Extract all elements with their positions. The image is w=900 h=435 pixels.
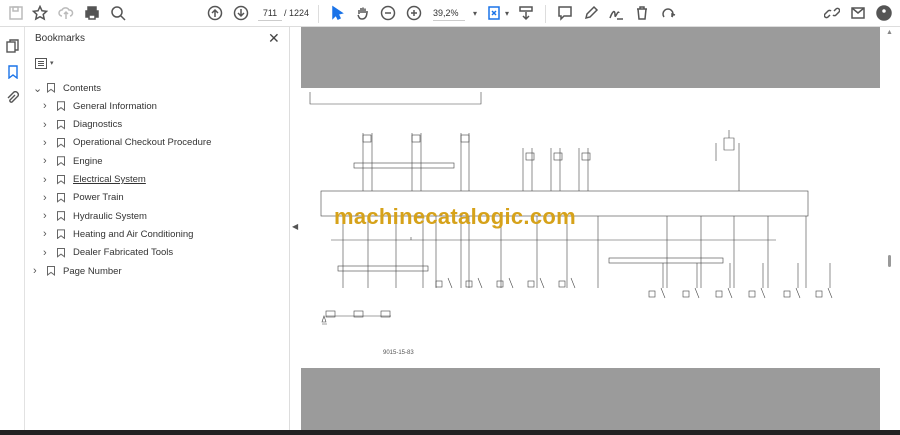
zoom-input[interactable] bbox=[433, 6, 465, 21]
chevron-right-icon[interactable]: › bbox=[43, 247, 53, 259]
page-thumbnails-icon[interactable] bbox=[4, 37, 21, 54]
chevron-down-icon[interactable]: ⌄ bbox=[33, 82, 43, 95]
bookmark-label: Heating and Air Conditioning bbox=[73, 228, 194, 240]
toolbar: / 1224 ▾ ▾ bbox=[0, 0, 900, 27]
bookmark-item[interactable]: › Heating and Air Conditioning bbox=[43, 226, 193, 242]
scrollbar-thumb[interactable] bbox=[888, 255, 891, 267]
bookmark-options-button[interactable]: ▾ bbox=[35, 56, 59, 70]
next-page-icon[interactable] bbox=[231, 3, 251, 23]
pen-icon[interactable] bbox=[581, 3, 601, 23]
print-icon[interactable] bbox=[82, 3, 102, 23]
bookmark-icon bbox=[57, 156, 65, 167]
bookmark-label: Diagnostics bbox=[73, 119, 123, 131]
bookmarks-icon[interactable] bbox=[4, 63, 21, 80]
page-total: / 1224 bbox=[284, 8, 310, 18]
bookmark-label: Operational Checkout Procedure bbox=[73, 137, 212, 149]
bookmark-item[interactable]: › Engine bbox=[43, 153, 103, 169]
watermark: machinecatalogic.com bbox=[334, 204, 576, 229]
page-number-input[interactable] bbox=[258, 6, 282, 21]
save-icon[interactable] bbox=[6, 3, 26, 23]
bookmark-item[interactable]: › Operational Checkout Procedure bbox=[43, 135, 211, 151]
left-rail bbox=[0, 27, 25, 430]
rotate-icon[interactable] bbox=[658, 3, 678, 23]
chevron-right-icon[interactable]: › bbox=[43, 155, 53, 167]
attachments-icon[interactable] bbox=[4, 89, 21, 106]
bookmark-icon bbox=[57, 229, 65, 240]
bookmark-label: General Information bbox=[73, 100, 157, 112]
chevron-right-icon[interactable]: › bbox=[43, 137, 53, 149]
close-icon[interactable]: ✕ bbox=[268, 30, 280, 47]
chevron-down-icon: ▾ bbox=[50, 60, 54, 67]
pdf-page: machinecatalogic.com 9015-15-83 bbox=[301, 88, 880, 368]
bookmark-item[interactable]: › Power Train bbox=[43, 190, 124, 206]
bookmark-item[interactable]: › Dealer Fabricated Tools bbox=[43, 245, 173, 261]
bookmark-item[interactable]: › Electrical System bbox=[43, 172, 146, 188]
chevron-right-icon[interactable]: › bbox=[43, 119, 53, 131]
bookmark-label: Dealer Fabricated Tools bbox=[73, 247, 174, 259]
sign-icon[interactable] bbox=[606, 3, 626, 23]
document-viewport[interactable]: machinecatalogic.com 9015-15-83 bbox=[301, 27, 880, 430]
taskbar-strip bbox=[0, 430, 900, 435]
chevron-right-icon[interactable]: › bbox=[43, 192, 53, 204]
bookmark-label: Electrical System bbox=[73, 174, 146, 185]
bookmark-icon bbox=[47, 83, 55, 93]
scroll-mode-icon[interactable] bbox=[516, 3, 536, 23]
fit-dropdown-icon[interactable]: ▾ bbox=[497, 3, 517, 23]
chevron-right-icon[interactable]: › bbox=[43, 100, 53, 112]
bookmark-icon bbox=[57, 247, 65, 258]
bookmark-icon bbox=[57, 174, 65, 185]
comment-icon[interactable] bbox=[555, 3, 575, 23]
bookmark-star-icon[interactable] bbox=[30, 3, 50, 23]
delete-icon[interactable] bbox=[632, 3, 652, 23]
chevron-right-icon[interactable]: › bbox=[43, 174, 53, 186]
zoom-out-icon[interactable] bbox=[378, 3, 398, 23]
bookmark-icon bbox=[47, 266, 55, 276]
share-link-icon[interactable] bbox=[822, 3, 842, 23]
chevron-right-icon[interactable]: › bbox=[33, 265, 43, 277]
panel-title: Bookmarks bbox=[35, 33, 86, 44]
chevron-right-icon[interactable]: › bbox=[43, 228, 53, 240]
bookmark-item[interactable]: › General Information bbox=[43, 98, 157, 114]
scroll-up-icon[interactable]: ▲ bbox=[886, 29, 893, 36]
bookmark-item[interactable]: › Diagnostics bbox=[43, 117, 122, 133]
bookmarks-panel: Bookmarks ✕ ▾ ⌄ Contents › General Informat… bbox=[25, 27, 290, 430]
vertical-scrollbar[interactable]: ▲ bbox=[880, 27, 900, 430]
list-options-icon bbox=[35, 57, 47, 69]
bookmark-item[interactable]: › Hydraulic System bbox=[43, 208, 147, 224]
bookmark-icon bbox=[57, 211, 65, 222]
bookmark-item[interactable]: › Page Number bbox=[33, 263, 122, 279]
bookmark-label: Hydraulic System bbox=[73, 210, 147, 222]
bookmark-label: Engine bbox=[73, 155, 103, 167]
bookmark-icon bbox=[57, 101, 65, 112]
bookmark-item[interactable]: ⌄ Contents bbox=[33, 80, 101, 96]
page-footer: 9015-15-83 bbox=[383, 350, 414, 356]
hand-icon[interactable] bbox=[353, 3, 373, 23]
bookmark-label: Contents bbox=[63, 82, 102, 94]
upload-icon[interactable] bbox=[56, 3, 76, 23]
email-icon[interactable] bbox=[848, 3, 868, 23]
bookmark-icon bbox=[57, 119, 65, 130]
select-cursor-icon[interactable] bbox=[327, 3, 347, 23]
chevron-right-icon[interactable]: › bbox=[43, 210, 53, 222]
bookmark-icon bbox=[57, 137, 65, 148]
bookmark-icon bbox=[57, 192, 65, 203]
collapse-panel-icon[interactable]: ◀ bbox=[292, 222, 298, 231]
bookmark-label: Power Train bbox=[73, 192, 124, 204]
zoom-dropdown-icon[interactable]: ▾ bbox=[465, 3, 485, 23]
account-icon[interactable] bbox=[874, 3, 894, 23]
zoom-in-icon[interactable] bbox=[404, 3, 424, 23]
find-icon[interactable] bbox=[108, 3, 128, 23]
bookmark-label: Page Number bbox=[63, 265, 122, 277]
prev-page-icon[interactable] bbox=[205, 3, 225, 23]
